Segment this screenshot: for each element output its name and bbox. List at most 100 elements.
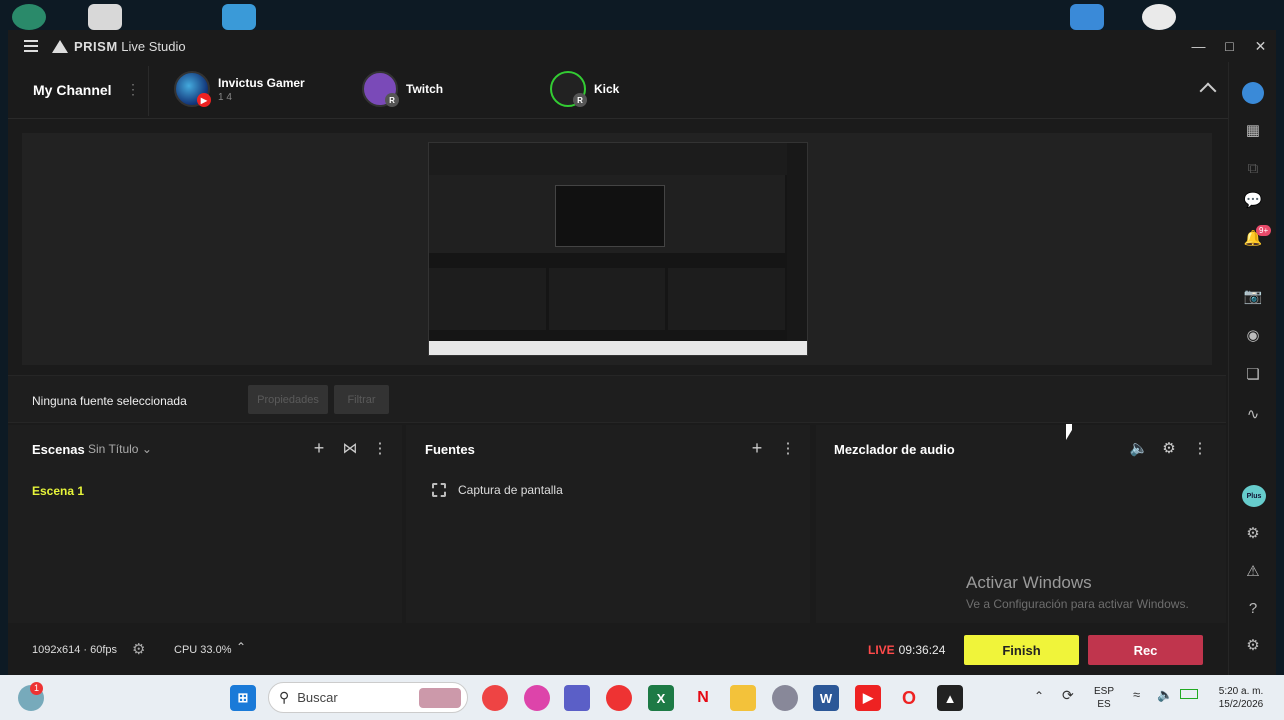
speaker-icon[interactable]: 🔈 bbox=[1128, 437, 1150, 459]
game-icon[interactable]: ⚙ bbox=[1242, 522, 1264, 544]
source-label: Captura de pantalla bbox=[458, 483, 563, 497]
channel-kick[interactable]: R Kick bbox=[550, 71, 619, 107]
source-item-screen-capture[interactable]: Captura de pantalla bbox=[432, 483, 563, 497]
preview-thumbnail bbox=[428, 142, 808, 356]
app-icon[interactable] bbox=[772, 685, 798, 711]
gear-icon[interactable]: ⚙ bbox=[1158, 437, 1180, 459]
wifi-icon[interactable]: ≈ bbox=[1133, 687, 1140, 702]
avatar: R bbox=[550, 71, 587, 107]
alert-icon[interactable]: ⚠ bbox=[1242, 560, 1264, 582]
prism-channel-icon[interactable] bbox=[1242, 82, 1264, 104]
source-bar: Ninguna fuente seleccionada Propiedades … bbox=[8, 375, 1226, 423]
scene-collection-dropdown[interactable]: Sin Título ⌄ bbox=[88, 442, 152, 456]
filter-button[interactable]: Filtrar bbox=[334, 385, 389, 414]
opera-icon[interactable]: O bbox=[896, 685, 922, 711]
prism-taskbar-icon[interactable]: ▲ bbox=[937, 685, 963, 711]
youtube-icon: ▶ bbox=[197, 93, 211, 107]
taskbar-search[interactable]: ⚲ Buscar bbox=[268, 682, 468, 713]
search-icon: ⚲ bbox=[279, 689, 290, 705]
finish-button[interactable]: Finish bbox=[964, 635, 1079, 665]
activate-windows-title: Activar Windows bbox=[966, 573, 1092, 592]
chat-icon[interactable]: 💬 bbox=[1242, 189, 1264, 211]
scene-item-escena-1[interactable]: Escena 1 bbox=[32, 484, 84, 498]
language-indicator[interactable]: ESP ES bbox=[1094, 685, 1114, 711]
no-source-label: Ninguna fuente seleccionada bbox=[32, 394, 187, 408]
word-icon[interactable]: W bbox=[813, 685, 839, 711]
chrome-icon[interactable] bbox=[606, 685, 632, 711]
search-placeholder: Buscar bbox=[297, 690, 338, 705]
channel-bar: My Channel ⋮ ▶ Invictus Gamer 1 4 R Twit… bbox=[8, 62, 1228, 119]
properties-button[interactable]: Propiedades bbox=[248, 385, 328, 414]
minimize-icon[interactable]: — bbox=[1183, 30, 1214, 62]
chevron-up-icon[interactable] bbox=[1199, 82, 1217, 100]
scenes-panel: Escenas Sin Título ⌄ + ⋈ ⋮ Escena 1 bbox=[8, 425, 402, 623]
add-scene-icon[interactable]: + bbox=[308, 437, 330, 459]
drawing-icon[interactable]: ∿ bbox=[1242, 403, 1264, 425]
more-vertical-icon[interactable]: ⋮ bbox=[369, 437, 391, 459]
clock[interactable]: 5:20 a. m. 15/2/2026 bbox=[1206, 685, 1276, 711]
transition-icon[interactable]: ⋈ bbox=[339, 437, 361, 459]
globe-folder-desktop-icon[interactable] bbox=[222, 4, 256, 30]
kick-icon: R bbox=[573, 93, 587, 107]
excel-icon[interactable]: X bbox=[648, 685, 674, 711]
cpu-label: CPU 33.0% bbox=[174, 644, 232, 656]
copilot-icon[interactable] bbox=[524, 685, 550, 711]
chevron-up-icon[interactable]: ⌃ bbox=[1034, 689, 1044, 703]
copy-icon[interactable]: ⧉ bbox=[1242, 157, 1264, 179]
channel-invictus-gamer[interactable]: ▶ Invictus Gamer 1 4 bbox=[174, 71, 305, 107]
weather-badge: 1 bbox=[30, 682, 43, 695]
stream-preview[interactable] bbox=[22, 133, 1212, 365]
close-icon[interactable]: ✕ bbox=[1245, 30, 1276, 62]
help-icon[interactable]: ? bbox=[1242, 597, 1264, 619]
twitch-icon: R bbox=[385, 93, 399, 107]
screen-capture-icon bbox=[432, 483, 446, 497]
resolution-label: 1092x614 · 60fps bbox=[32, 644, 118, 656]
app2-desktop-icon[interactable] bbox=[1142, 4, 1176, 30]
sources-title: Fuentes bbox=[425, 442, 475, 457]
browser-icon[interactable] bbox=[482, 685, 508, 711]
my-channel-label[interactable]: My Channel bbox=[33, 82, 112, 98]
sync-icon[interactable]: ⟳ bbox=[1062, 687, 1074, 704]
audio-mixer-title: Mezclador de audio bbox=[834, 442, 955, 457]
more-vertical-icon[interactable]: ⋮ bbox=[126, 81, 140, 98]
maximize-icon[interactable]: □ bbox=[1214, 30, 1245, 62]
sources-panel: Fuentes + ⋮ Captura de pantalla bbox=[406, 425, 810, 623]
rec-button[interactable]: Rec bbox=[1088, 635, 1203, 665]
avatar: ▶ bbox=[174, 71, 211, 107]
menu-icon[interactable] bbox=[24, 40, 38, 52]
file-explorer-icon[interactable] bbox=[730, 685, 756, 711]
windows-start-icon[interactable]: ⊞ bbox=[230, 685, 256, 711]
layers-icon[interactable]: ❏ bbox=[1242, 363, 1264, 385]
right-sidebar: ▦ ⧉ 💬 🔔 9+ 📷 ◉ ❏ ∿ Plus ⚙ ⚠ ? ⚙ bbox=[1228, 62, 1276, 675]
notification-badge: 9+ bbox=[1256, 225, 1272, 236]
title-bar: PRISM Live Studio — □ ✕ bbox=[8, 30, 1276, 62]
camera-icon[interactable]: 📷 bbox=[1242, 285, 1264, 307]
channel-name: Kick bbox=[594, 82, 620, 96]
more-vertical-icon[interactable]: ⋮ bbox=[777, 437, 799, 459]
avatar: R bbox=[362, 71, 399, 107]
youtube-icon[interactable]: ▶ bbox=[855, 685, 881, 711]
app-title: PRISM Live Studio bbox=[74, 38, 186, 54]
prism-logo-icon bbox=[52, 39, 68, 53]
settings-icon[interactable]: ⚙ bbox=[1242, 634, 1264, 656]
search-highlight-icon bbox=[419, 687, 461, 708]
more-vertical-icon[interactable]: ⋮ bbox=[1189, 437, 1211, 459]
add-source-icon[interactable]: + bbox=[746, 437, 768, 459]
channel-stats: 1 4 bbox=[218, 91, 232, 103]
file-desktop-icon[interactable] bbox=[88, 4, 122, 30]
teams-icon[interactable] bbox=[564, 685, 590, 711]
edge-desktop-icon[interactable] bbox=[12, 4, 46, 30]
channel-twitch[interactable]: R Twitch bbox=[362, 71, 443, 107]
activate-windows-subtitle: Ve a Configuración para activar Windows. bbox=[966, 597, 1189, 611]
gear-icon[interactable]: ⚙ bbox=[132, 640, 145, 658]
live-timer: LIVE 09:36:24 bbox=[868, 643, 946, 657]
netflix-icon[interactable]: N bbox=[690, 685, 716, 711]
volume-icon[interactable]: 🔈 bbox=[1157, 687, 1173, 703]
layout-icon[interactable]: ▦ bbox=[1242, 119, 1264, 141]
battery-icon[interactable] bbox=[1180, 689, 1198, 699]
app-desktop-icon[interactable] bbox=[1070, 4, 1104, 30]
chevron-up-icon[interactable]: ⌃ bbox=[236, 640, 246, 654]
virtual-camera-icon[interactable]: ◉ bbox=[1242, 324, 1264, 346]
plus-icon[interactable]: Plus bbox=[1242, 485, 1266, 507]
status-bar: 1092x614 · 60fps ⚙ CPU 33.0% ⌃ LIVE 09:36… bbox=[8, 627, 1226, 675]
